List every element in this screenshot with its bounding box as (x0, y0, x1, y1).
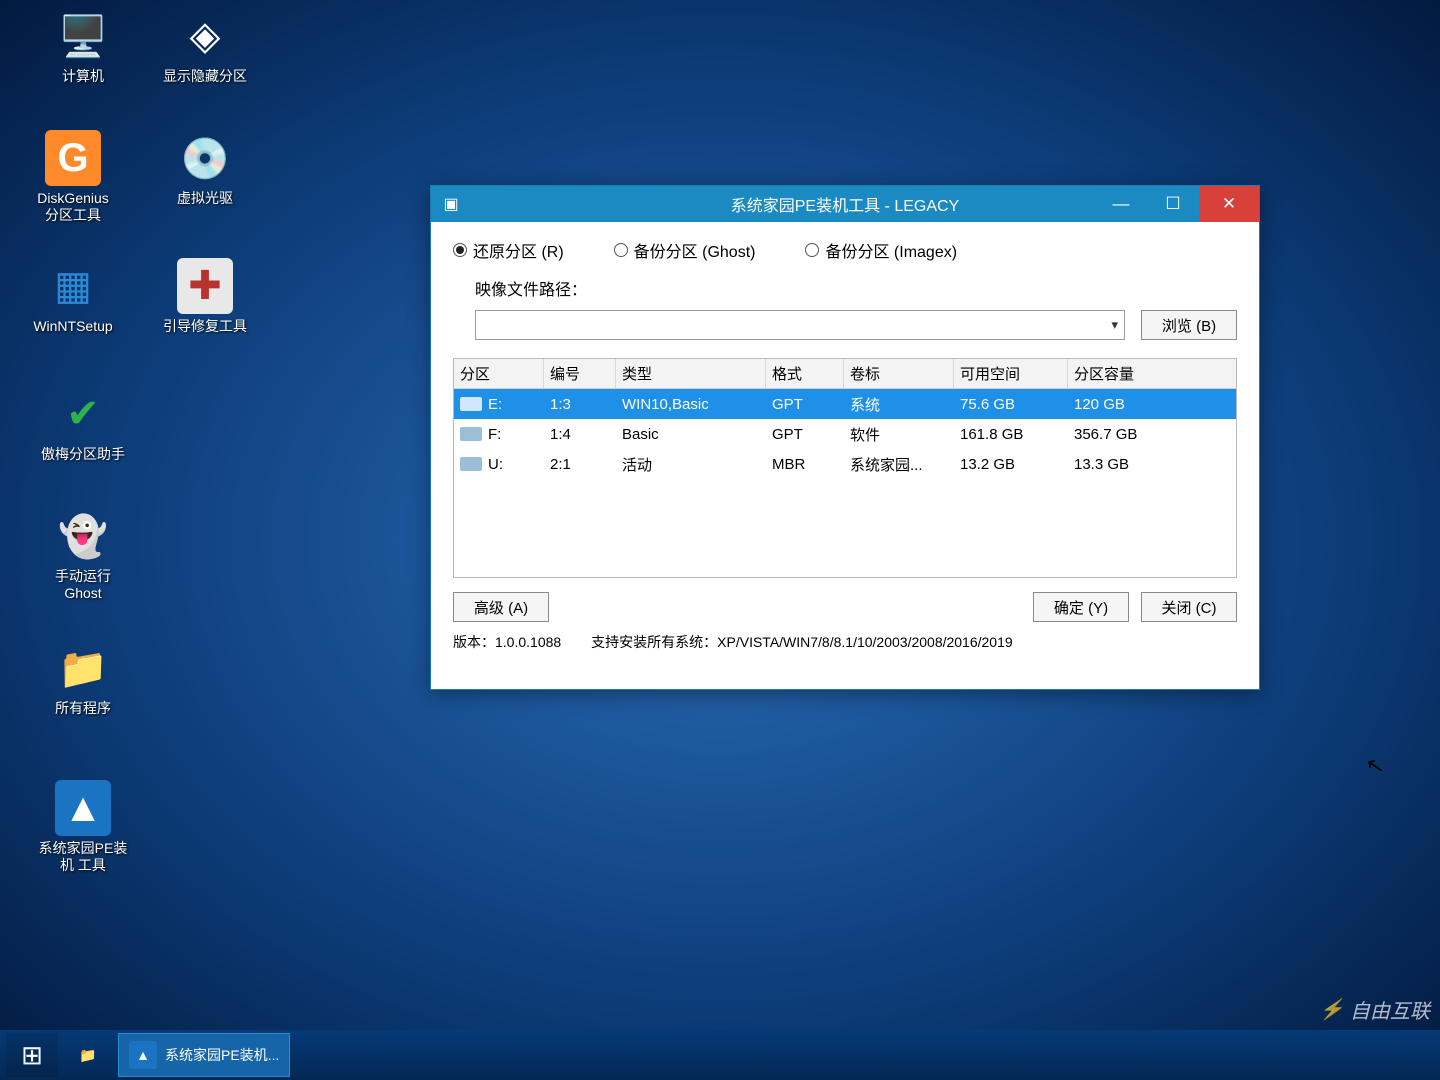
col-partition[interactable]: 分区 (454, 359, 544, 388)
cursor-icon: ↖ (1364, 752, 1387, 781)
desktop-icon-aomei[interactable]: ✔ 傲梅分区助手 (28, 386, 138, 463)
radio-backup-imagex[interactable]: 备份分区 (Imagex) (805, 238, 957, 262)
diskgenius-icon: G (45, 130, 101, 186)
radio-dot-icon (453, 243, 467, 257)
radio-label: 备份分区 (Ghost) (634, 238, 756, 262)
col-number[interactable]: 编号 (544, 359, 616, 388)
desktop-icon-show-hidden[interactable]: ◈ 显示隐藏分区 (150, 8, 260, 85)
check-icon: ✔ (55, 386, 111, 442)
desktop-icon-boot-repair[interactable]: ✚ 引导修复工具 (150, 258, 260, 335)
desktop-icon-all-programs[interactable]: 📁 所有程序 (28, 640, 138, 717)
computer-icon: 🖥️ (55, 8, 111, 64)
taskbar-item-explorer[interactable]: 📁 (64, 1033, 112, 1077)
desktop-icon-label: WinNTSetup (18, 318, 128, 335)
radio-dot-icon (614, 243, 628, 257)
diamond-icon: ◈ (177, 8, 233, 64)
desktop-icon-label: 计算机 (28, 68, 138, 85)
disk-icon (460, 397, 482, 411)
desktop-icon-label: 引导修复工具 (150, 318, 260, 335)
col-format[interactable]: 格式 (766, 359, 844, 388)
desktop-icon-label: 所有程序 (28, 700, 138, 717)
desktop-icon-diskgenius[interactable]: G DiskGenius 分区工具 (18, 130, 128, 224)
image-path-label: 映像文件路径： (475, 276, 587, 300)
folder-icon: 📁 (55, 640, 111, 696)
close-window-button[interactable]: ✕ (1199, 186, 1259, 222)
chevron-down-icon: ▾ (1111, 317, 1118, 333)
app-icon: ▣ (439, 192, 463, 216)
folder-icon: 📁 (74, 1041, 102, 1069)
desktop-icon-label: 手动运行 Ghost (28, 568, 138, 602)
desktop-icon-ghost[interactable]: 👻 手动运行 Ghost (28, 508, 138, 602)
desktop-icon-computer[interactable]: 🖥️ 计算机 (28, 8, 138, 85)
minimize-button[interactable]: — (1095, 186, 1147, 222)
desktop-icon-label: 虚拟光驱 (150, 190, 260, 207)
col-type[interactable]: 类型 (616, 359, 766, 388)
partition-grid: 分区 编号 类型 格式 卷标 可用空间 分区容量 E:1:3WIN10,Basi… (453, 358, 1237, 578)
close-button[interactable]: 关闭 (C) (1141, 592, 1237, 622)
desktop-icon-label: DiskGenius 分区工具 (18, 190, 128, 224)
desktop-icon-label: 系统家园PE装 机 工具 (28, 840, 138, 874)
start-button[interactable]: ⊞ (6, 1033, 58, 1077)
disc-icon: 💿 (177, 130, 233, 186)
ghost-icon: 👻 (55, 508, 111, 564)
pe-installer-window: ▣ 系统家园PE装机工具 - LEGACY — ☐ ✕ 还原分区 (R) 备份分… (430, 185, 1260, 690)
desktop-icon-label: 傲梅分区助手 (28, 446, 138, 463)
radio-label: 备份分区 (Imagex) (825, 238, 957, 262)
grid-header: 分区 编号 类型 格式 卷标 可用空间 分区容量 (454, 359, 1236, 389)
col-label[interactable]: 卷标 (844, 359, 954, 388)
table-row[interactable]: F:1:4BasicGPT软件161.8 GB356.7 GB (454, 419, 1236, 449)
table-row[interactable]: U:2:1活动MBR系统家园...13.2 GB13.3 GB (454, 449, 1236, 479)
taskbar-item-label: 系统家园PE装机... (165, 1045, 279, 1065)
firstaid-icon: ✚ (177, 258, 233, 314)
image-path-combo[interactable]: ▾ (475, 310, 1125, 340)
col-free[interactable]: 可用空间 (954, 359, 1068, 388)
taskbar-item-pe-tool[interactable]: ▲ 系统家园PE装机... (118, 1033, 290, 1077)
desktop-icon-label: 显示隐藏分区 (150, 68, 260, 85)
titlebar[interactable]: ▣ 系统家园PE装机工具 - LEGACY — ☐ ✕ (431, 186, 1259, 222)
maximize-button[interactable]: ☐ (1147, 186, 1199, 222)
house-icon: ▲ (55, 780, 111, 836)
watermark: ⚡ 自由互联 (1319, 995, 1430, 1024)
disk-icon (460, 427, 482, 441)
house-icon: ▲ (129, 1041, 157, 1069)
desktop-icon-winntsetup[interactable]: ▦ WinNTSetup (18, 258, 128, 335)
advanced-button[interactable]: 高级 (A) (453, 592, 549, 622)
desktop-icon-pe-tool[interactable]: ▲ 系统家园PE装 机 工具 (28, 780, 138, 874)
version-label: 版本：1.0.0.1088 (453, 632, 561, 652)
radio-dot-icon (805, 243, 819, 257)
winntsetup-icon: ▦ (45, 258, 101, 314)
taskbar: ⊞ 📁 ▲ 系统家园PE装机... (0, 1030, 1440, 1080)
windows-icon: ⊞ (21, 1040, 43, 1071)
support-label: 支持安装所有系统：XP/VISTA/WIN7/8/8.1/10/2003/200… (591, 632, 1013, 652)
radio-restore[interactable]: 还原分区 (R) (453, 238, 564, 262)
browse-button[interactable]: 浏览 (B) (1141, 310, 1237, 340)
ok-button[interactable]: 确定 (Y) (1033, 592, 1129, 622)
radio-label: 还原分区 (R) (473, 238, 564, 262)
bolt-icon: ⚡ (1319, 997, 1344, 1022)
desktop-icon-virtual-drive[interactable]: 💿 虚拟光驱 (150, 130, 260, 207)
disk-icon (460, 457, 482, 471)
radio-backup-ghost[interactable]: 备份分区 (Ghost) (614, 238, 756, 262)
col-total[interactable]: 分区容量 (1068, 359, 1236, 388)
table-row[interactable]: E:1:3WIN10,BasicGPT系统75.6 GB120 GB (454, 389, 1236, 419)
